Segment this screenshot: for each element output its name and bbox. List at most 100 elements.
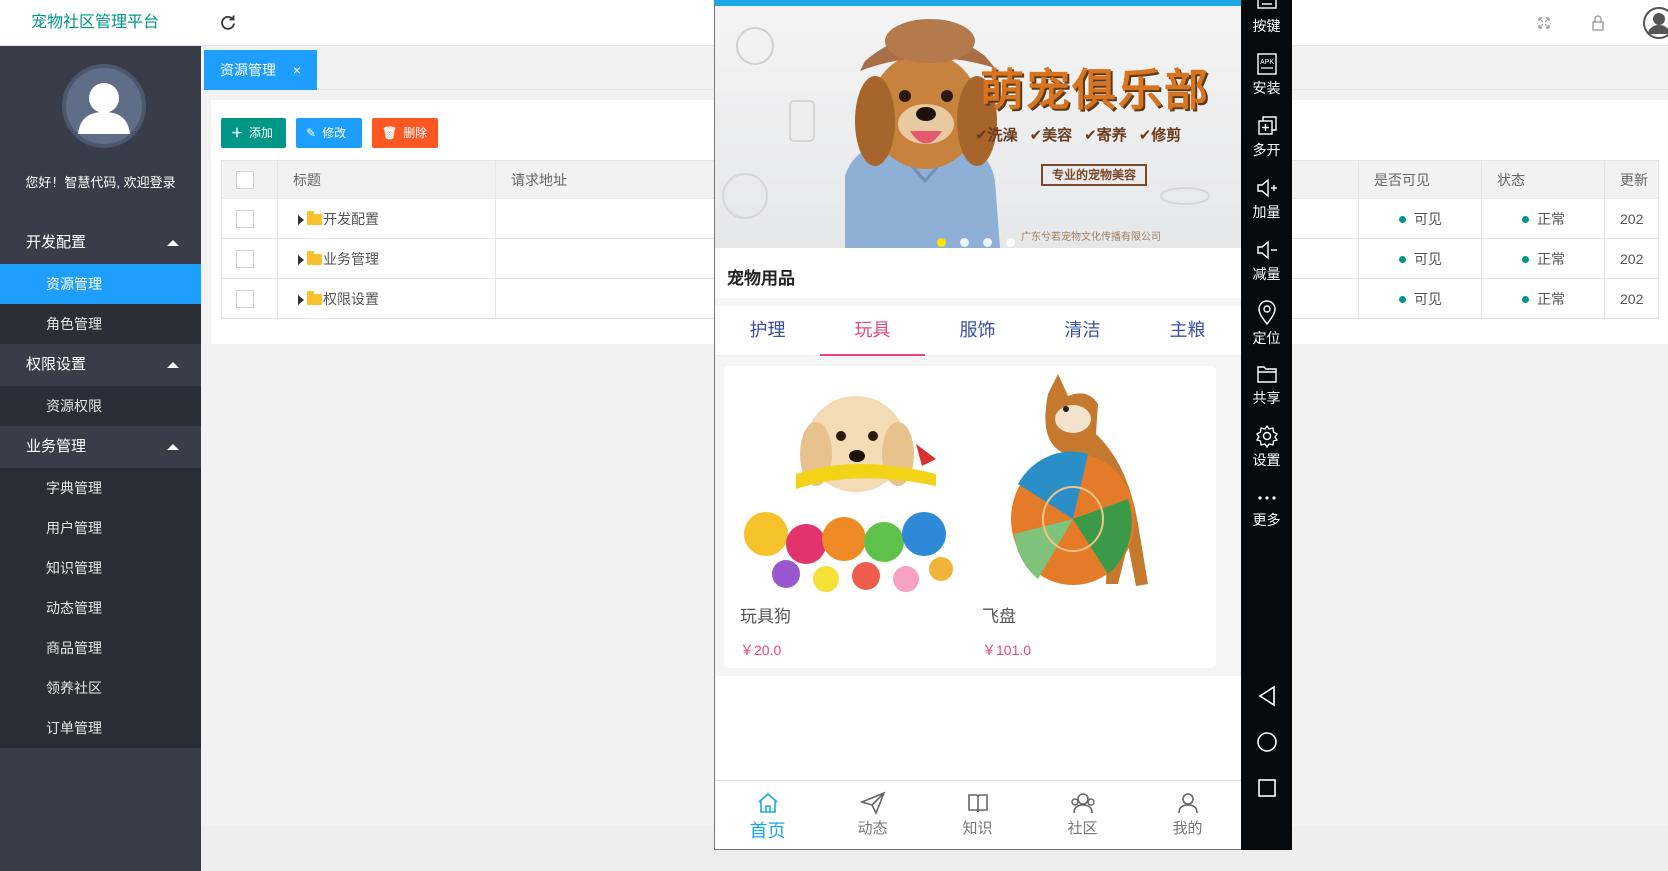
- folder-icon: [307, 211, 322, 226]
- carousel-indicator: [937, 234, 1029, 248]
- keyboard-icon: [1256, 0, 1277, 9]
- location-pin-icon: [1257, 300, 1276, 326]
- caret-up-icon: [167, 240, 179, 246]
- app-logo: 宠物社区管理平台: [30, 14, 159, 31]
- plus-icon: ＋: [231, 126, 244, 140]
- user-avatar-icon[interactable]: [1642, 6, 1668, 40]
- menu-group-business[interactable]: 业务管理: [0, 426, 201, 468]
- refresh-icon[interactable]: [218, 13, 238, 33]
- tab-label: 资源管理: [220, 62, 276, 78]
- sidebar-item-dictionary[interactable]: 字典管理: [0, 468, 201, 508]
- bottom-nav: 首页 动态 知识 社区 我的: [715, 780, 1241, 849]
- nav-community[interactable]: 社区: [1030, 791, 1135, 838]
- nav-moments[interactable]: 动态: [820, 791, 925, 838]
- volume-down-button[interactable]: 减量: [1241, 238, 1292, 284]
- folder-icon: [1256, 366, 1277, 383]
- sidebar-item-knowledge[interactable]: 知识管理: [0, 548, 201, 588]
- community-icon: [1070, 793, 1095, 814]
- caret-up-icon: [167, 362, 179, 368]
- banner-slogan: 专业的宠物美容: [1041, 164, 1147, 186]
- edit-button[interactable]: ✎ 修改: [296, 118, 362, 148]
- frisbee-dog-image: [978, 374, 1204, 592]
- banner-title: 萌宠俱乐部: [980, 66, 1210, 115]
- section-title: 宠物用品: [727, 269, 795, 288]
- recents-button[interactable]: [1241, 776, 1292, 802]
- sidebar-item-goods[interactable]: 商品管理: [0, 628, 201, 668]
- home-circle-icon: [1256, 732, 1277, 752]
- tab-toys[interactable]: 玩具: [820, 306, 925, 356]
- sidebar-item-resource[interactable]: 资源管理: [0, 264, 201, 304]
- welcome-text: 您好！智慧代码, 欢迎登录: [25, 175, 176, 190]
- nav-mine[interactable]: 我的: [1135, 791, 1240, 838]
- carousel-dot[interactable]: [983, 238, 992, 247]
- goods-name: 飞盘: [982, 607, 1016, 626]
- svg-text:APK: APK: [1259, 59, 1273, 66]
- goods-card[interactable]: 飞盘 ￥101.0: [966, 366, 1216, 668]
- avatar: [62, 64, 146, 148]
- sidebar-item-resource-permission[interactable]: 资源权限: [0, 386, 201, 426]
- nav-knowledge[interactable]: 知识: [925, 791, 1030, 838]
- menu-group-permission[interactable]: 权限设置: [0, 344, 201, 386]
- banner-carousel[interactable]: 萌宠俱乐部 ✔洗澡 ✔美容 ✔寄养 ✔修剪 专业的宠物美容 广东兮若宠物文化传播有限公…: [715, 6, 1241, 248]
- home-icon: [757, 792, 778, 813]
- emulator-toolbar: 按键 APK 安装 多开 加量 减量 定位 共享 设置 更多: [1241, 0, 1292, 850]
- add-button[interactable]: ＋添加: [221, 118, 286, 148]
- tab-cleaning[interactable]: 清洁: [1030, 306, 1135, 356]
- sidebar-item-orders[interactable]: 订单管理: [0, 708, 201, 748]
- install-apk-button[interactable]: APK 安装: [1241, 52, 1292, 98]
- tab-care[interactable]: 护理: [715, 306, 820, 356]
- goods-price: ￥20.0: [740, 642, 782, 658]
- toy-dog-image: [736, 374, 962, 592]
- sidebar: 您好！智慧代码, 欢迎登录 开发配置 资源管理 角色管理 权限设置 资源权限 业…: [0, 46, 201, 871]
- sidebar-item-users[interactable]: 用户管理: [0, 508, 201, 548]
- close-icon[interactable]: ×: [293, 50, 301, 90]
- nav-home[interactable]: 首页: [715, 791, 820, 843]
- lock-icon[interactable]: [1588, 13, 1608, 33]
- carousel-dot[interactable]: [960, 238, 969, 247]
- volume-up-button[interactable]: 加量: [1241, 176, 1292, 222]
- phone-screen: 萌宠俱乐部 ✔洗澡 ✔美容 ✔寄养 ✔修剪 专业的宠物美容 广东兮若宠物文化传播有限公…: [714, 0, 1241, 850]
- carousel-dot[interactable]: [1006, 238, 1015, 247]
- row-checkbox[interactable]: [236, 289, 254, 308]
- select-all-checkbox[interactable]: [236, 170, 254, 189]
- folder-icon: [307, 291, 322, 306]
- tab-clothing[interactable]: 服饰: [925, 306, 1030, 356]
- sidebar-item-role[interactable]: 角色管理: [0, 304, 201, 344]
- col-updated: 更新: [1604, 160, 1659, 199]
- visible-dot: [1399, 216, 1406, 224]
- home-button[interactable]: [1241, 730, 1292, 756]
- col-visible: 是否可见: [1358, 160, 1482, 199]
- goods-card[interactable]: 玩具狗 ￥20.0: [724, 366, 974, 668]
- trash-icon: 🗑: [382, 126, 398, 140]
- more-button[interactable]: 更多: [1241, 488, 1292, 530]
- carousel-dot[interactable]: [937, 238, 946, 247]
- expand-icon[interactable]: [298, 214, 304, 225]
- pencil-icon: ✎: [306, 126, 317, 140]
- tab-resource-management[interactable]: 资源管理 ×: [204, 50, 317, 90]
- volume-up-icon: [1256, 178, 1277, 198]
- location-button[interactable]: 定位: [1241, 300, 1292, 348]
- menu-sub-business: 字典管理 用户管理 知识管理 动态管理 商品管理 领养社区 订单管理: [0, 468, 201, 748]
- sidebar-item-adoption[interactable]: 领养社区: [0, 668, 201, 708]
- keys-button[interactable]: 按键: [1241, 0, 1292, 36]
- tab-food[interactable]: 主粮: [1135, 306, 1240, 356]
- sidebar-item-moments[interactable]: 动态管理: [0, 588, 201, 628]
- fullscreen-icon[interactable]: [1534, 13, 1554, 33]
- divider: [715, 298, 1241, 306]
- menu-sub-permission: 资源权限: [0, 386, 201, 426]
- expand-icon[interactable]: [298, 254, 304, 265]
- settings-button[interactable]: 设置: [1241, 424, 1292, 470]
- visible-dot: [1399, 256, 1406, 264]
- row-checkbox[interactable]: [236, 249, 254, 268]
- back-triangle-icon: [1258, 685, 1275, 707]
- back-button[interactable]: [1241, 684, 1292, 710]
- expand-icon[interactable]: [298, 294, 304, 305]
- send-icon: [859, 791, 885, 815]
- delete-button[interactable]: 🗑 删除: [372, 118, 438, 148]
- share-folder-button[interactable]: 共享: [1241, 362, 1292, 408]
- multi-instance-button[interactable]: 多开: [1241, 114, 1292, 160]
- menu-group-dev-config[interactable]: 开发配置: [0, 222, 201, 264]
- row-checkbox[interactable]: [236, 209, 254, 228]
- status-dot: [1522, 256, 1529, 264]
- col-status: 状态: [1481, 160, 1605, 199]
